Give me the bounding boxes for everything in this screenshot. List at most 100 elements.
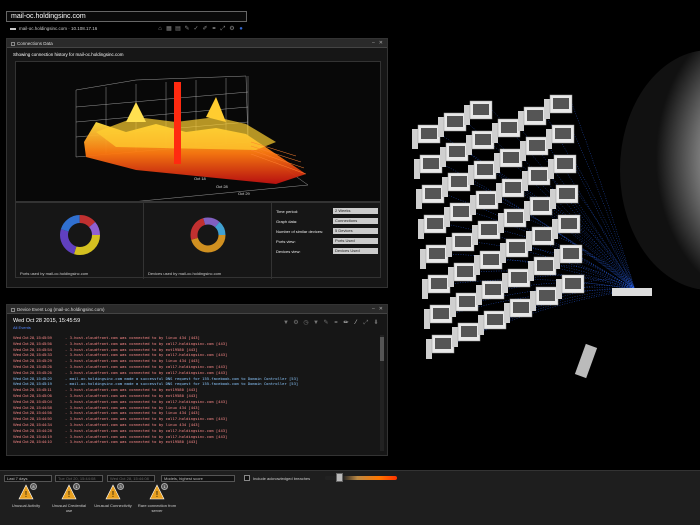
device-monitor-icon[interactable] — [544, 94, 573, 119]
graph-data-select[interactable]: Connections — [333, 218, 378, 224]
brush-icon[interactable]: ⁄ — [353, 320, 359, 326]
device-monitor-icon[interactable] — [548, 154, 577, 179]
device-monitor-icon[interactable] — [418, 214, 447, 239]
device-monitor-icon[interactable] — [504, 298, 533, 323]
from-date-input[interactable]: Tue Oct 20, 15:44:08 — [55, 475, 103, 482]
device-monitor-icon[interactable] — [546, 124, 575, 149]
network-visualization[interactable] — [390, 30, 700, 470]
link-icon[interactable]: ⚭ — [333, 320, 339, 326]
log-message: - 3.host.cloudfront.com was connected to… — [65, 363, 228, 369]
device-monitor-icon[interactable] — [464, 100, 493, 125]
period-select[interactable]: Last 7 days — [4, 475, 52, 482]
alert-unusual-connectivity[interactable]: ! 3 Unusual Connectivity — [93, 483, 133, 524]
grid-icon[interactable]: ▦ — [166, 26, 172, 32]
device-monitor-icon[interactable] — [422, 274, 451, 299]
acknowledged-checkbox[interactable] — [244, 475, 250, 481]
device-monitor-icon[interactable] — [524, 196, 553, 221]
device-monitor-icon[interactable] — [466, 130, 495, 155]
panel-grip-icon[interactable] — [11, 307, 15, 312]
device-monitor-icon[interactable] — [528, 256, 557, 281]
device-monitor-icon[interactable] — [416, 184, 445, 209]
close-icon[interactable]: ✕ — [379, 40, 383, 46]
sort-select[interactable]: Models, highest score — [161, 475, 235, 482]
device-monitor-icon[interactable] — [478, 310, 507, 335]
minimize-icon[interactable]: – — [372, 306, 375, 312]
home-icon[interactable]: ⌂ — [157, 26, 163, 32]
device-monitor-icon[interactable] — [444, 202, 473, 227]
pencil-icon[interactable]: ✏ — [343, 320, 349, 326]
device-monitor-icon[interactable] — [552, 214, 581, 239]
device-monitor-icon[interactable] — [494, 148, 523, 173]
filter-icon[interactable]: ▼ — [313, 320, 319, 326]
device-monitor-icon[interactable] — [472, 220, 501, 245]
device-monitor-icon[interactable] — [502, 268, 531, 293]
event-log-scrollbar[interactable] — [380, 335, 384, 451]
search-input[interactable]: mail-oc.holdingsinc.com — [6, 11, 247, 22]
scrollbar-thumb[interactable] — [380, 337, 384, 361]
device-monitor-icon[interactable] — [518, 106, 547, 131]
alert-unusual-activity[interactable]: ! 8 Unusual Activity — [6, 483, 46, 524]
close-icon[interactable]: ✕ — [379, 306, 383, 312]
minimize-icon[interactable]: – — [372, 40, 375, 46]
expand-icon[interactable]: ⤢ — [220, 26, 226, 32]
device-monitor-icon[interactable] — [426, 334, 455, 359]
devices-view-select[interactable]: Devices Used — [333, 248, 378, 254]
device-monitor-icon[interactable] — [412, 124, 441, 149]
download-icon[interactable]: ⬇ — [373, 320, 379, 326]
compose-icon[interactable]: ✎ — [184, 26, 190, 32]
similar-devices-select[interactable]: 5 Devices — [333, 228, 378, 234]
filter-icon[interactable]: ▼ — [283, 320, 289, 326]
device-monitor-icon[interactable] — [468, 160, 497, 185]
check-icon[interactable]: ✓ — [193, 26, 199, 32]
settings-icon[interactable]: ⚙ — [229, 26, 235, 32]
event-log-toolbar: ▼ ⚙ ◷ ▼ ✎ ⚭ ✏ ⁄ ⤢ ⬇ — [283, 320, 379, 326]
device-monitor-icon[interactable] — [446, 232, 475, 257]
device-monitor-icon[interactable] — [530, 286, 559, 311]
device-monitor-icon[interactable] — [452, 322, 481, 347]
log-message: - 3.host.cloudfront.com was connected to… — [65, 416, 228, 422]
stat-row-ports-view: Ports view: Ports Used — [276, 236, 378, 246]
to-date-input[interactable]: Wed Oct 28, 15:44:08 — [107, 475, 155, 482]
device-monitor-icon[interactable] — [522, 166, 551, 191]
connections-3d-chart[interactable]: Oct 18 Oct 28 Oct 29 — [15, 61, 381, 202]
device-monitor-icon[interactable] — [496, 178, 525, 203]
ports-view-select[interactable]: Ports Used — [333, 238, 378, 244]
clock-icon[interactable]: ◷ — [303, 320, 309, 326]
device-monitor-icon[interactable] — [448, 262, 477, 287]
panel-grip-icon[interactable] — [11, 41, 15, 46]
device-monitor-icon[interactable] — [424, 304, 453, 329]
device-monitor-icon[interactable] — [414, 154, 443, 179]
score-slider-handle[interactable] — [336, 473, 343, 482]
device-monitor-icon[interactable] — [420, 244, 449, 269]
chart-icon[interactable]: ▤ — [175, 26, 181, 32]
device-monitor-icon[interactable] — [450, 292, 479, 317]
alert-label: Unusual Credential use — [51, 503, 87, 513]
device-monitor-icon[interactable] — [554, 244, 583, 269]
globe-icon[interactable]: ● — [238, 26, 244, 32]
device-monitor-icon[interactable] — [440, 142, 469, 167]
log-message: - 3.host.cloudfront.com was connected to… — [65, 358, 200, 364]
device-monitor-icon[interactable] — [492, 118, 521, 143]
devices-donut-chart[interactable] — [144, 203, 272, 263]
event-log-filter-link[interactable]: All Events — [13, 325, 31, 330]
device-monitor-icon[interactable] — [474, 250, 503, 275]
device-monitor-icon[interactable] — [442, 172, 471, 197]
log-message: - mail-oc.holdingsinc.com made a success… — [65, 375, 299, 381]
time-period-select[interactable]: 2 Weeks — [333, 208, 378, 214]
device-monitor-icon[interactable] — [470, 190, 499, 215]
link-icon[interactable]: ⚭ — [211, 26, 217, 32]
alert-rare-connection[interactable]: ! 1 Rare connection from server — [137, 483, 177, 524]
device-monitor-icon[interactable] — [500, 238, 529, 263]
device-monitor-icon[interactable] — [438, 112, 467, 137]
alert-unusual-credential[interactable]: ! 1 Unusual Credential use — [49, 483, 89, 524]
device-monitor-icon[interactable] — [498, 208, 527, 233]
device-monitor-icon[interactable] — [476, 280, 505, 305]
compose-icon[interactable]: ✎ — [323, 320, 329, 326]
settings-icon[interactable]: ⚙ — [293, 320, 299, 326]
expand-icon[interactable]: ⤢ — [363, 320, 369, 326]
ports-donut-chart[interactable] — [16, 203, 144, 263]
tag-icon[interactable]: ✐ — [202, 26, 208, 32]
log-row[interactable]: Wed Oct 28, 15:44:10 - 3.host.cloudfront.… — [13, 439, 377, 445]
device-monitor-icon[interactable] — [526, 226, 555, 251]
device-monitor-icon[interactable] — [550, 184, 579, 209]
